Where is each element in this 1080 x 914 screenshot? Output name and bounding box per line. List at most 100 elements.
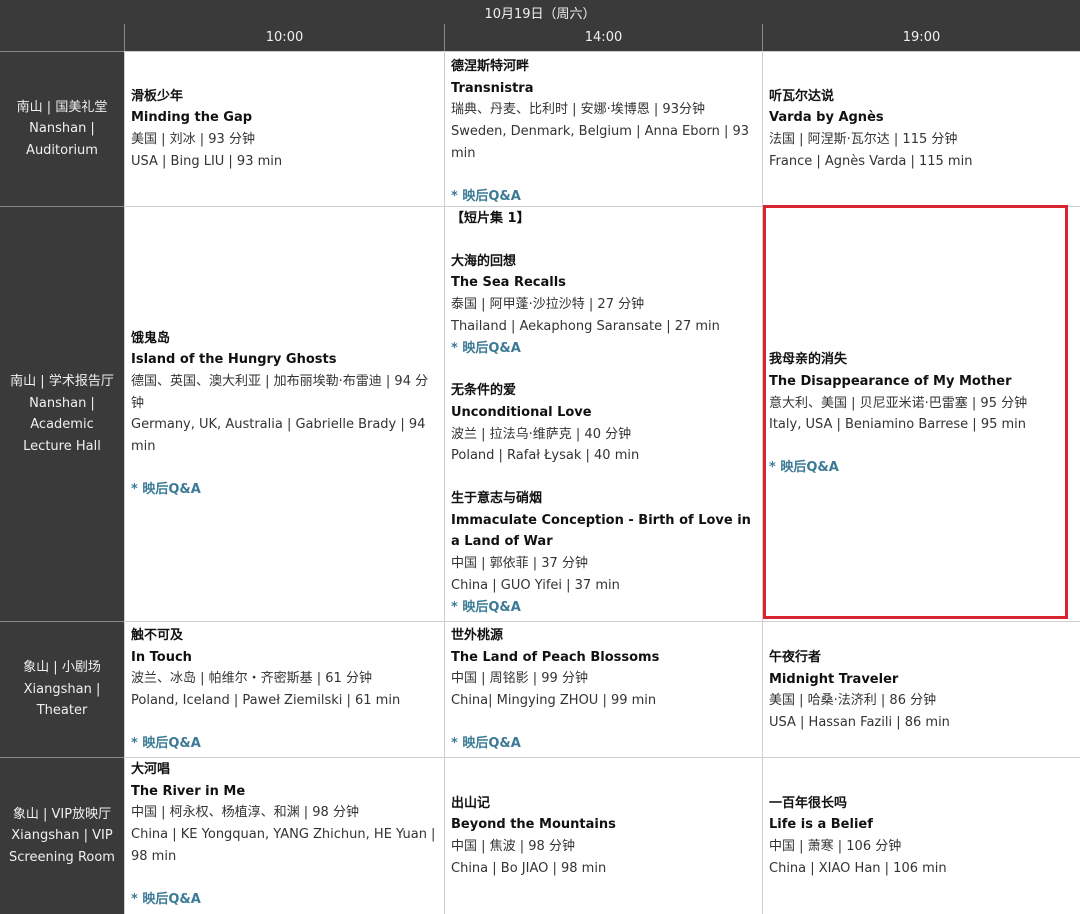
venue-en: Xiangshan | VIP [11, 828, 113, 844]
film-title-zh: 出山记 [451, 795, 491, 811]
film-title-en: The Land of Peach Blossoms [451, 649, 660, 665]
venue-en: Nanshan | [29, 121, 95, 137]
film-info-zh: 中国 | 萧寒 | 106 分钟 [769, 839, 902, 854]
program-cell: 出山记 Beyond the Mountains 中国 | 焦波 | 98 分钟… [444, 757, 762, 914]
film-entry: 无条件的爱 Unconditional Love 波兰 | 拉法乌·维萨克 | … [451, 380, 757, 467]
venue-en: Xiangshan | [23, 681, 101, 697]
program-cell: 听瓦尔达说 Varda by Agnès 法国 | 阿涅斯·瓦尔达 | 115 … [762, 51, 1080, 206]
film-info-zh: 意大利、美国 | 贝尼亚米诺·巴雷塞 | 95 分钟 [769, 395, 1028, 411]
venue-nanshan-lecture-hall: 南山 | 学术报告厅 Nanshan | Academic Lecture Ha… [0, 206, 124, 621]
film-title-en: In Touch [131, 649, 192, 665]
film-title-zh: 午夜行者 [769, 650, 822, 665]
film-info-en: Italy, USA | Beniamino Barrese | 95 min [769, 417, 1027, 433]
venue-nanshan-auditorium: 南山 | 国美礼堂 Nanshan | Auditorium [0, 51, 124, 206]
film-info-zh: 中国 | 焦波 | 98 分钟 [451, 839, 575, 854]
venue-zh: 南山 | 学术报告厅 [10, 374, 114, 389]
film-info-en: Sweden, Denmark, Belgium | Anna Eborn | … [451, 124, 750, 161]
film-info-en: China | Bo JIAO | 98 min [451, 860, 607, 876]
film-title-zh: 无条件的爱 [451, 383, 517, 399]
film-info-en: Poland, Iceland | Paweł Ziemilski | 61 m… [131, 693, 401, 709]
film-entry: 饿鬼岛 Island of the Hungry Ghosts 德国、英国、澳大… [131, 328, 439, 501]
program-cell: 滑板少年 Minding the Gap 美国 | 刘冰 | 93 分钟 USA… [124, 51, 444, 206]
time-header-1900: 19:00 [762, 24, 1080, 51]
film-title-zh: 触不可及 [131, 628, 184, 643]
program-cell: 大河唱 The River in Me 中国 | 柯永权、杨植淳、和渊 | 98… [124, 757, 444, 914]
film-info-zh: 中国 | 柯永权、杨植淳、和渊 | 98 分钟 [131, 805, 359, 821]
film-info-en: China| Mingying ZHOU | 99 min [451, 693, 657, 709]
qa-note: * 映后Q&A [769, 460, 839, 476]
qa-note: * 映后Q&A [451, 188, 521, 204]
program-cell: 触不可及 In Touch 波兰、冰岛 | 帕维尔・齐密斯基 | 61 分钟 P… [124, 621, 444, 757]
film-title-zh: 世外桃源 [451, 628, 504, 643]
film-info-zh: 瑞典、丹麦、比利时 | 安娜·埃博恩 | 93分钟 [451, 102, 705, 118]
film-entry: 触不可及 In Touch 波兰、冰岛 | 帕维尔・齐密斯基 | 61 分钟 P… [131, 625, 439, 755]
schedule-table: 10月19日（周六） 10:00 14:00 19:00 南山 | 国美礼堂 N… [0, 0, 1080, 914]
venue-en: Nanshan | [29, 395, 95, 411]
film-entry: 听瓦尔达说 Varda by Agnès 法国 | 阿涅斯·瓦尔达 | 115 … [769, 86, 1075, 173]
film-title-zh: 大海的回想 [451, 253, 517, 269]
program-cell: 一百年很长吗 Life is a Belief 中国 | 萧寒 | 106 分钟… [762, 757, 1080, 914]
film-info-en: France | Agnès Varda | 115 min [769, 153, 973, 169]
program-cell: 世外桃源 The Land of Peach Blossoms 中国 | 周铭影… [444, 621, 762, 757]
film-entry: 大河唱 The River in Me 中国 | 柯永权、杨植淳、和渊 | 98… [131, 759, 439, 910]
film-info-en: China | GUO Yifei | 37 min [451, 577, 620, 593]
time-header-1000: 10:00 [124, 24, 444, 51]
film-info-en: Germany, UK, Australia | Gabrielle Brady… [131, 417, 426, 455]
film-title-en: Beyond the Mountains [451, 817, 616, 833]
film-title-zh: 饿鬼岛 [131, 330, 171, 346]
film-info-en: Thailand | Aekaphong Saransate | 27 min [451, 318, 720, 334]
film-info-zh: 中国 | 郭依菲 | 37 分钟 [451, 556, 588, 572]
film-entry: 大海的回想 The Sea Recalls 泰国 | 阿甲蓬·沙拉沙特 | 27… [451, 251, 757, 360]
venue-zh: 象山 | 小剧场 [23, 660, 101, 676]
film-info-zh: 德国、英国、澳大利亚 | 加布丽埃勒·布雷迪 | 94 分钟 [131, 373, 429, 411]
film-info-zh: 中国 | 周铭影 | 99 分钟 [451, 671, 588, 687]
film-info-en: China | XIAO Han | 106 min [769, 860, 947, 876]
venue-en: Theater [36, 703, 88, 719]
shorts-label: 【短片集 1】 [451, 211, 530, 226]
time-header-1400: 14:00 [444, 24, 762, 51]
film-title-en: Island of the Hungry Ghosts [131, 352, 337, 368]
qa-note: * 映后Q&A [451, 599, 521, 615]
venue-en: Academic [30, 417, 94, 432]
qa-note: * 映后Q&A [131, 481, 201, 497]
film-entry: 一百年很长吗 Life is a Belief 中国 | 萧寒 | 106 分钟… [769, 793, 1075, 880]
film-info-zh: 波兰、冰岛 | 帕维尔・齐密斯基 | 61 分钟 [131, 671, 372, 687]
venue-xiangshan-vip: 象山 | VIP放映厅 Xiangshan | VIP Screening Ro… [0, 757, 124, 914]
film-title-en: Midnight Traveler [769, 671, 899, 687]
film-title-zh: 听瓦尔达说 [769, 88, 835, 104]
film-info-zh: 美国 | 刘冰 | 93 分钟 [131, 132, 255, 147]
film-title-en: The Disappearance of My Mother [769, 373, 1012, 389]
film-title-zh: 生于意志与硝烟 [451, 491, 543, 507]
qa-note: * 映后Q&A [131, 891, 201, 907]
qa-note: * 映后Q&A [131, 735, 201, 751]
corner-cell [0, 24, 124, 51]
film-info-zh: 美国 | 哈桑·法济利 | 86 分钟 [769, 693, 937, 709]
film-info-zh: 泰国 | 阿甲蓬·沙拉沙特 | 27 分钟 [451, 297, 645, 313]
program-cell: 【短片集 1】 大海的回想 The Sea Recalls 泰国 | 阿甲蓬·沙… [444, 206, 762, 621]
film-title-en: Minding the Gap [131, 110, 253, 126]
film-info-zh: 法国 | 阿涅斯·瓦尔达 | 115 分钟 [769, 132, 958, 147]
film-title-en: Immaculate Conception - Birth of Love in… [451, 512, 751, 550]
film-entry: 滑板少年 Minding the Gap 美国 | 刘冰 | 93 分钟 USA… [131, 86, 439, 173]
film-title-en: The River in Me [131, 783, 246, 799]
venue-en: Screening Room [9, 849, 115, 865]
date-header: 10月19日（周六） [0, 0, 1080, 24]
film-title-zh: 一百年很长吗 [769, 795, 848, 811]
film-info-en: USA | Bing LIU | 93 min [131, 153, 283, 169]
film-title-zh: 滑板少年 [131, 88, 184, 104]
film-entry: 我母亲的消失 The Disappearance of My Mother 意大… [769, 349, 1075, 479]
film-entry: 出山记 Beyond the Mountains 中国 | 焦波 | 98 分钟… [451, 793, 757, 880]
film-title-zh: 我母亲的消失 [769, 352, 848, 368]
venue-en: Lecture Hall [23, 438, 101, 454]
venue-zh: 南山 | 国美礼堂 [16, 99, 108, 115]
film-title-en: Unconditional Love [451, 404, 592, 420]
film-entry: 午夜行者 Midnight Traveler 美国 | 哈桑·法济利 | 86 … [769, 647, 1075, 734]
film-entry: 德涅斯特河畔 Transnistra 瑞典、丹麦、比利时 | 安娜·埃博恩 | … [451, 56, 757, 207]
film-info-zh: 波兰 | 拉法乌·维萨克 | 40 分钟 [451, 426, 632, 442]
program-cell: 午夜行者 Midnight Traveler 美国 | 哈桑·法济利 | 86 … [762, 621, 1080, 757]
film-info-en: China | KE Yongquan, YANG Zhichun, HE Yu… [131, 827, 436, 864]
film-info-en: USA | Hassan Fazili | 86 min [769, 715, 950, 731]
film-title-zh: 德涅斯特河畔 [451, 59, 530, 74]
program-cell: 德涅斯特河畔 Transnistra 瑞典、丹麦、比利时 | 安娜·埃博恩 | … [444, 51, 762, 206]
film-title-en: Transnistra [451, 80, 534, 96]
